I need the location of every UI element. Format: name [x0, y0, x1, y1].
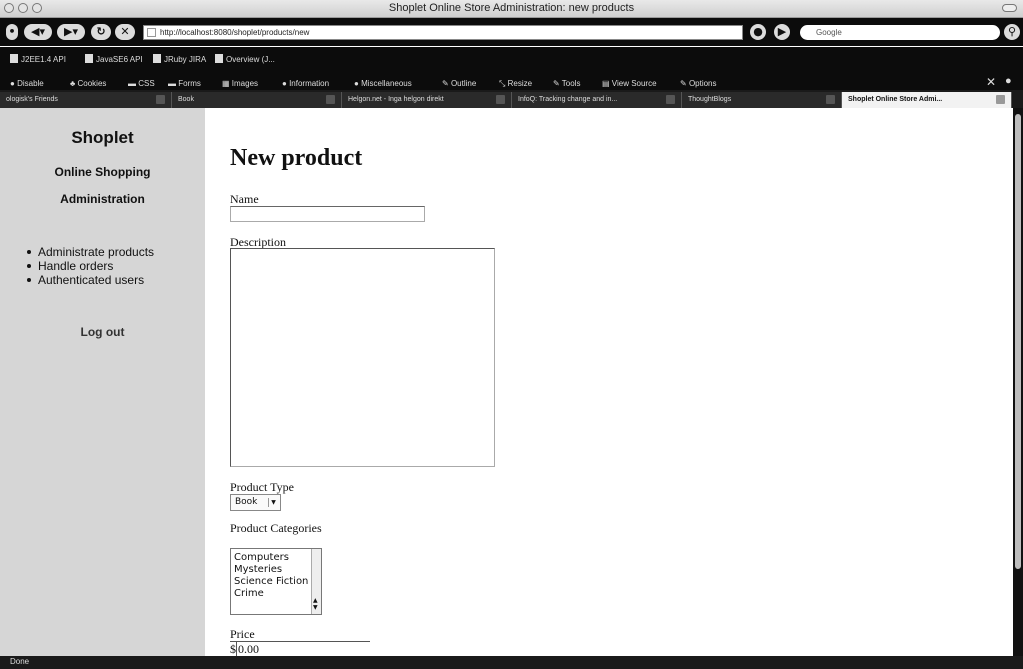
bookmark-overview[interactable]: Overview (J... [215, 54, 275, 64]
page-scrollbar[interactable] [1013, 108, 1023, 656]
description-textarea[interactable] [230, 248, 495, 467]
dev-disable[interactable]: ● Disable [10, 79, 44, 88]
tab-close-icon[interactable] [326, 95, 335, 104]
product-categories-listbox[interactable]: Computers Mysteries Science Fiction Crim… [230, 548, 322, 615]
brand-subtitle: Online Shopping [54, 165, 151, 179]
dev-information[interactable]: ● Information [282, 79, 329, 88]
dev-resize[interactable]: ⤡ Resize [499, 79, 532, 89]
dev-forms[interactable]: ▬ Forms [168, 79, 201, 88]
page-title: New product [230, 145, 363, 171]
sidebar-menu: Administrate products Handle orders Auth… [26, 245, 154, 287]
main-content: New product Name Description Product Typ… [205, 108, 1013, 657]
title-bar: Shoplet Online Store Administration: new… [0, 0, 1023, 18]
rss-icon[interactable]: ● [750, 24, 766, 40]
toolbar-toggle-button[interactable] [1002, 4, 1017, 12]
tab-helgon[interactable]: Helgon.net - Inga helgon direkt [342, 92, 512, 108]
category-option[interactable]: Crime [234, 588, 321, 600]
stop-icon[interactable]: ✕ [115, 24, 135, 40]
product-type-select[interactable]: Book ▼ [230, 494, 281, 511]
status-bar: Done [0, 656, 1023, 669]
menu-dot-icon[interactable]: • [6, 24, 18, 40]
forward-button[interactable]: ▶▾ [57, 24, 85, 40]
chevron-down-icon: ▼ [268, 498, 278, 507]
close-icon[interactable]: ✕ [986, 75, 996, 89]
product-type-value: Book [235, 497, 258, 507]
folder-icon [215, 54, 223, 63]
search-input[interactable]: Google [800, 25, 1000, 40]
listbox-scrollbar[interactable]: ▲ ▼ [311, 549, 321, 614]
address-text: http://localhost:8080/shoplet/products/n… [160, 28, 310, 37]
name-label: Name [230, 192, 259, 206]
tab-close-icon[interactable] [666, 95, 675, 104]
folder-icon [85, 54, 93, 63]
logout-link[interactable]: Log out [0, 325, 205, 339]
tab-shoplet[interactable]: Shoplet Online Store Admi... [842, 92, 1012, 108]
page-favicon-icon [147, 28, 156, 37]
category-option[interactable]: Science Fiction [234, 576, 321, 588]
dev-css[interactable]: ▬ CSS [128, 79, 155, 88]
dev-miscellaneous[interactable]: ● Miscellaneous [354, 79, 412, 88]
category-option[interactable]: Mysteries [234, 564, 321, 576]
price-label: Price [230, 627, 255, 641]
status-text: Done [10, 657, 30, 666]
category-option[interactable]: Computers [234, 552, 321, 564]
tab-book[interactable]: Book [172, 92, 342, 108]
tab-thoughtblogs[interactable]: ThoughtBlogs [682, 92, 842, 108]
folder-icon [10, 54, 18, 63]
bookmark-j2ee[interactable]: J2EE1.4 API [10, 54, 66, 64]
tab-close-icon[interactable] [996, 95, 1005, 104]
tab-friends[interactable]: ologisk's Friends [0, 92, 172, 108]
dev-images[interactable]: ▦ Images [222, 79, 258, 88]
back-button[interactable]: ◀▾ [24, 24, 52, 40]
reload-icon[interactable]: ↻ [91, 24, 111, 40]
brand-subtitle-admin: Administration [60, 192, 145, 206]
sidebar-item-orders[interactable]: Handle orders [26, 259, 154, 273]
search-icon[interactable]: ⚲ [1004, 24, 1020, 40]
tab-close-icon[interactable] [826, 95, 835, 104]
scroll-down-icon[interactable]: ▼ [313, 605, 318, 611]
tab-close-icon[interactable] [156, 95, 165, 104]
dev-cookies[interactable]: ♣ Cookies [70, 79, 106, 88]
dev-options[interactable]: ✎ Options [680, 79, 717, 88]
dev-outline[interactable]: ✎ Outline [442, 79, 476, 88]
dev-tools[interactable]: ✎ Tools [553, 79, 580, 88]
go-icon[interactable]: ▶ [774, 24, 790, 40]
bookmarks-bar: J2EE1.4 API JavaSE6 API JRuby JIRA Overv… [0, 47, 1023, 74]
tab-bar: ologisk's Friends Book Helgon.net - Inga… [0, 90, 1023, 108]
search-placeholder: Google [816, 28, 842, 37]
dev-view-source[interactable]: ▤ View Source [602, 79, 657, 88]
tab-close-icon[interactable] [496, 95, 505, 104]
price-input[interactable]: 0.00 [236, 642, 259, 657]
price-field: $0.00 [230, 642, 259, 657]
sidebar: Shoplet Online Shopping Administration A… [0, 108, 205, 656]
developer-toolbar: ● Disable ♣ Cookies ▬ CSS ▬ Forms ▦ Imag… [0, 74, 1023, 90]
name-input[interactable] [230, 206, 425, 222]
navigation-toolbar: • ◀▾ ▶▾ ↻ ✕ http://localhost:8080/shople… [0, 18, 1023, 46]
window-title: Shoplet Online Store Administration: new… [388, 2, 635, 14]
sidebar-item-users[interactable]: Authenticated users [26, 273, 154, 287]
address-bar[interactable]: http://localhost:8080/shoplet/products/n… [143, 25, 743, 40]
tab-infoq[interactable]: InfoQ: Tracking change and in... [512, 92, 682, 108]
brand-title: Shoplet [71, 128, 134, 147]
product-categories-label: Product Categories [230, 521, 322, 535]
folder-icon [153, 54, 161, 63]
bookmark-jruby-jira[interactable]: JRuby JIRA [153, 54, 206, 64]
product-type-label: Product Type [230, 480, 294, 494]
scrollbar-thumb[interactable] [1015, 114, 1021, 569]
bookmark-javase6[interactable]: JavaSE6 API [85, 54, 143, 64]
status-dot-icon: ● [1005, 75, 1012, 87]
sidebar-item-products[interactable]: Administrate products [26, 245, 154, 259]
